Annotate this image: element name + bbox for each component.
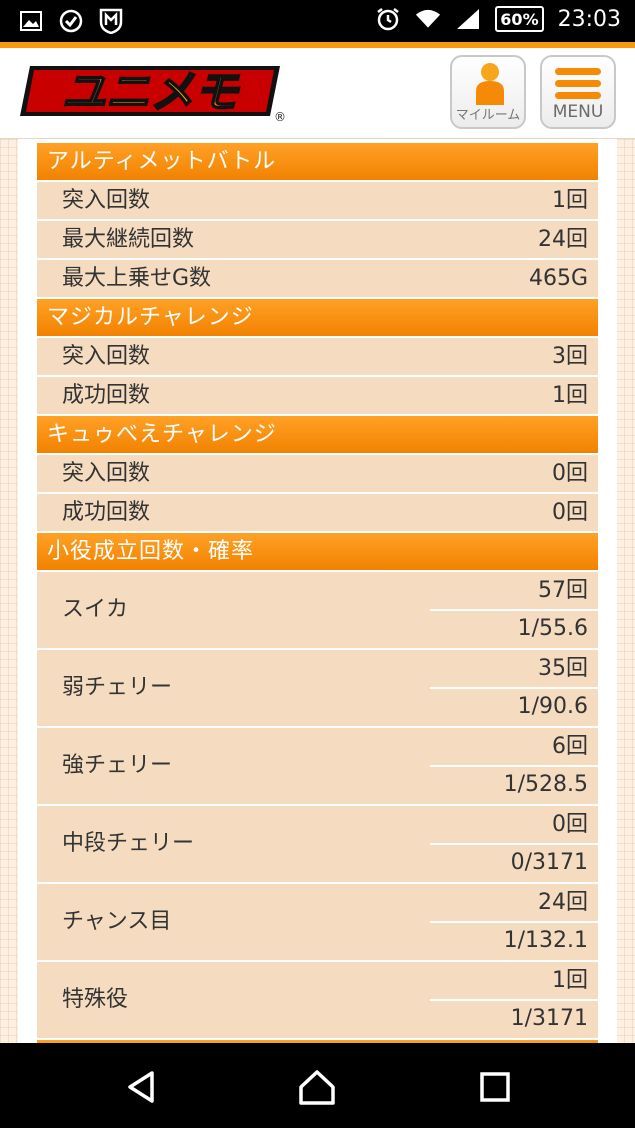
row-label: 弱チェリー [62,675,173,700]
menu-label: MENU [552,102,604,122]
wifi-icon [415,6,441,32]
person-icon [476,63,504,105]
status-left-icons [18,8,124,34]
recents-icon[interactable] [475,1067,515,1107]
section-header-magical: マジカルチャレンジ [37,299,598,336]
check-circle-icon [58,8,84,34]
row-value: 1回 [552,188,588,213]
table-row: 突入回数 0回 [37,455,598,492]
myroom-button[interactable]: マイルーム [450,55,526,129]
row-value: 0回 [552,461,588,486]
row-value: 1回 [552,383,588,408]
row-label: 突入回数 [62,461,151,486]
row-count: 6回 [552,734,588,759]
status-right-icons: 60% 23:03 [375,6,621,32]
clock: 23:03 [557,6,621,32]
site-header: ユニメモ ® マイルーム MENU [0,48,635,139]
data-list: アルティメットバトル 突入回数 1回 最大継続回数 24回 最大上乗せG数 46… [37,143,598,1043]
section-header-ultimate: アルティメットバトル [37,143,598,180]
back-icon[interactable] [122,1067,162,1107]
row-label: 成功回数 [62,383,151,408]
table-row: 成功回数 0回 [37,494,598,531]
image-icon [18,8,44,34]
row-ratio: 1/528.5 [503,772,588,797]
menu-button[interactable]: MENU [540,55,616,129]
row-value: 24回 [538,227,588,252]
row-label: チャンス目 [62,909,172,934]
table-row: 最大継続回数 24回 [37,221,598,258]
row-count: 1回 [552,968,588,993]
probability-row: スイカ 57回 1/55.6 [37,572,598,648]
row-label: 突入回数 [62,188,151,213]
android-nav-bar [0,1043,635,1128]
hamburger-icon [555,68,601,99]
row-label: スイカ [62,597,129,622]
probability-row: 特殊役 1回 1/3171 [37,962,598,1038]
row-ratio: 1/90.6 [517,694,588,719]
probability-row: 強チェリー 6回 1/528.5 [37,728,598,804]
row-ratio: 1/3171 [510,1006,588,1031]
row-ratio: 0/3171 [510,850,588,875]
row-ratio: 1/132.1 [503,928,588,953]
row-label: 最大上乗せG数 [62,266,212,291]
row-label: 最大継続回数 [62,227,195,252]
section-header-koyaku: 小役成立回数・確率 [37,533,598,570]
row-value: 465G [528,266,588,291]
table-row: 突入回数 1回 [37,182,598,219]
alarm-icon [375,6,401,32]
table-row: 成功回数 1回 [37,377,598,414]
probability-row: 中段チェリー 0回 0/3171 [37,806,598,882]
battery-indicator: 60% [495,6,544,32]
site-logo[interactable]: ユニメモ ® [18,60,288,124]
row-count: 24回 [538,890,588,915]
row-label: 突入回数 [62,344,151,369]
row-count: 57回 [538,578,588,603]
table-row: 突入回数 3回 [37,338,598,375]
probability-row: チャンス目 24回 1/132.1 [37,884,598,960]
svg-text:ユニメモ: ユニメモ [62,67,240,118]
row-label: 強チェリー [62,753,173,778]
shield-m-icon [98,8,124,34]
content-area[interactable]: アルティメットバトル 突入回数 1回 最大継続回数 24回 最大上乗せG数 46… [0,139,635,1043]
myroom-label: マイルーム [455,108,521,123]
row-count: 0回 [552,812,588,837]
row-value: 3回 [552,344,588,369]
signal-icon [455,6,481,32]
row-label: 中段チェリー [62,831,195,856]
probability-row: 弱チェリー 35回 1/90.6 [37,650,598,726]
home-icon[interactable] [297,1067,337,1107]
section-header-kyubey: キュゥべえチャレンジ [37,416,598,453]
svg-text:®: ® [274,110,286,122]
row-value: 0回 [552,500,588,525]
table-row: 最大上乗せG数 465G [37,260,598,297]
row-label: 特殊役 [62,987,129,1012]
row-count: 35回 [538,656,588,681]
row-label: 成功回数 [62,500,151,525]
row-ratio: 1/55.6 [517,616,588,641]
status-bar: 60% 23:03 [0,0,635,42]
